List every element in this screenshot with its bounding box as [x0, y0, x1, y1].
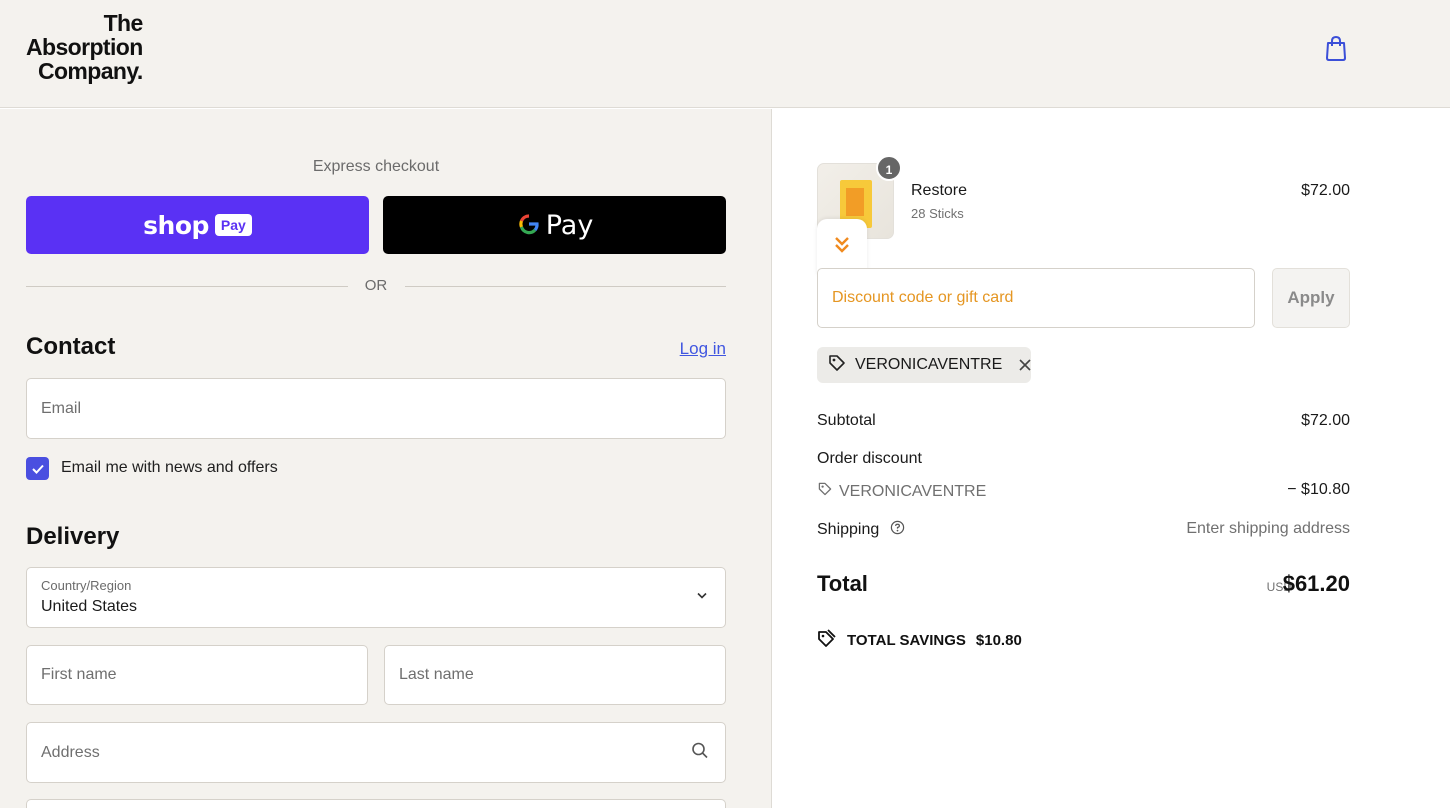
- contact-heading: Contact: [26, 333, 116, 360]
- shipping-value: Enter shipping address: [1186, 520, 1350, 537]
- discount-field[interactable]: [817, 268, 1255, 328]
- product-name: Restore: [911, 182, 968, 199]
- google-pay-button[interactable]: Pay: [383, 196, 726, 254]
- address-field[interactable]: [26, 722, 726, 783]
- first-name-input[interactable]: [27, 646, 367, 704]
- shop-pay-badge: Pay: [214, 214, 252, 236]
- total-label: Total: [817, 571, 868, 596]
- first-name-field[interactable]: [26, 645, 368, 705]
- email-field[interactable]: [26, 378, 726, 439]
- log-in-link[interactable]: Log in: [660, 339, 726, 359]
- shopping-bag-icon[interactable]: [1322, 34, 1350, 62]
- applied-discount-chip: VERONICAVENTRE: [817, 347, 1031, 383]
- shipping-row: Shipping: [817, 520, 905, 540]
- subtotal-label: Subtotal: [817, 412, 876, 429]
- country-select[interactable]: Country/Region United States: [26, 567, 726, 628]
- checkmark-icon: [31, 464, 44, 474]
- brand-line-1: The: [103, 10, 144, 36]
- total-value: $61.20: [1282, 571, 1350, 596]
- apply-button[interactable]: Apply: [1272, 268, 1350, 328]
- address-input[interactable]: [27, 723, 725, 782]
- header: The Absorption Company.: [0, 0, 1450, 108]
- quantity-badge: 1: [876, 155, 902, 181]
- google-pay-wordmark: Pay: [545, 209, 594, 241]
- checkout-form: Express checkout shop Pay Pay OR Contact…: [0, 109, 772, 808]
- country-label: Country/Region: [41, 578, 132, 593]
- brand-line-3: Company.: [37, 58, 143, 84]
- country-value: United States: [41, 598, 138, 615]
- applied-code-text: VERONICAVENTRE: [855, 356, 1003, 373]
- shipping-label: Shipping: [817, 521, 880, 539]
- email-input[interactable]: [27, 379, 725, 438]
- close-icon[interactable]: [1018, 358, 1032, 372]
- apartment-field[interactable]: [26, 799, 726, 808]
- divider-right: [405, 286, 726, 287]
- chevron-double-down-icon[interactable]: [817, 219, 867, 275]
- discount-code-text: VERONICAVENTRE: [839, 482, 987, 500]
- last-name-field[interactable]: [384, 645, 726, 705]
- brand-logo[interactable]: The Absorption Company.: [26, 11, 143, 83]
- help-icon[interactable]: [890, 520, 905, 540]
- search-icon[interactable]: [691, 741, 709, 764]
- divider-left: [26, 286, 348, 287]
- chevron-down-icon: [695, 588, 709, 607]
- discount-value: − $10.80: [1287, 481, 1350, 498]
- order-discount-label: Order discount: [817, 450, 922, 467]
- tag-icon: [817, 481, 833, 502]
- savings-label: TOTAL SAVINGS: [847, 631, 966, 649]
- google-g-icon: [516, 211, 542, 240]
- product-variant: 28 Sticks: [911, 206, 964, 221]
- or-divider-text: OR: [364, 277, 388, 294]
- newsletter-label: Email me with news and offers: [61, 459, 278, 476]
- last-name-input[interactable]: [385, 646, 725, 704]
- savings-value: $10.80: [975, 631, 1022, 649]
- order-summary: 1 Restore 28 Sticks $72.00 Apply VERONIC…: [773, 109, 1450, 808]
- discount-input[interactable]: [818, 269, 1254, 327]
- total-savings: TOTAL SAVINGS $10.80: [817, 628, 1022, 652]
- discount-code-line: VERONICAVENTRE: [817, 481, 986, 502]
- subtotal-value: $72.00: [1301, 412, 1350, 429]
- tag-icon: [827, 353, 847, 378]
- savings-tag-icon: [817, 628, 837, 652]
- newsletter-checkbox[interactable]: [26, 457, 49, 480]
- shop-pay-wordmark: shop: [143, 210, 209, 240]
- product-price: $72.00: [1301, 182, 1350, 199]
- delivery-heading: Delivery: [26, 523, 120, 550]
- shop-pay-button[interactable]: shop Pay: [26, 196, 369, 254]
- brand-line-2: Absorption: [26, 34, 143, 60]
- express-checkout-title: Express checkout: [312, 158, 440, 175]
